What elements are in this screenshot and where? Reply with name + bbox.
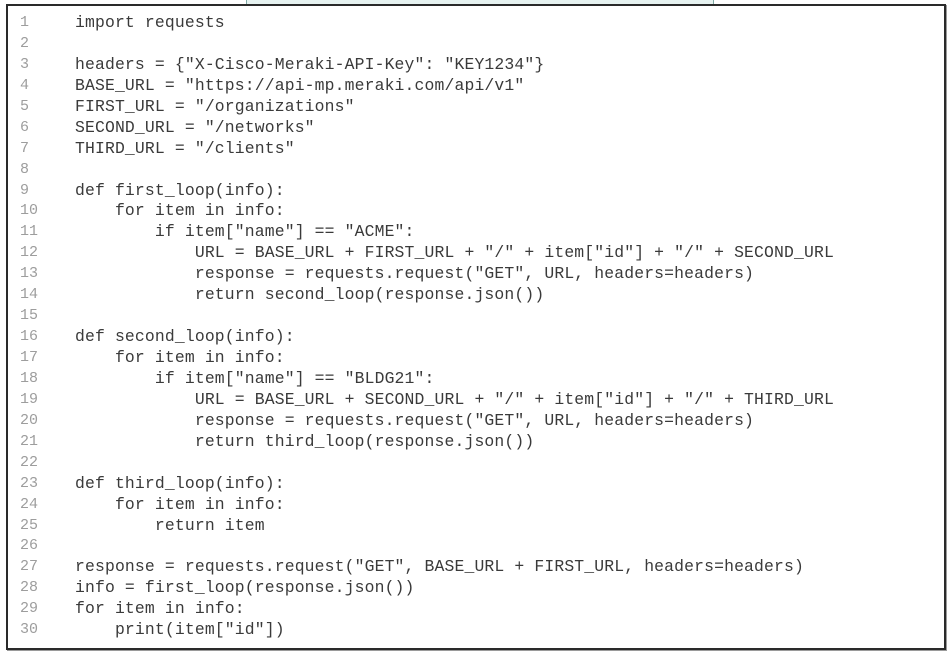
code-line: 20 response = requests.request("GET", UR… xyxy=(8,411,944,432)
line-code: info = first_loop(response.json()) xyxy=(75,578,415,598)
line-number: 15 xyxy=(20,307,39,325)
code-line: 26 xyxy=(8,536,944,557)
line-number: 10 xyxy=(20,202,39,220)
line-number: 24 xyxy=(20,495,39,513)
code-line: 30 print(item["id"]) xyxy=(8,620,944,641)
code-listing-frame: 1 import requests 2 3 headers = {"X-Cisco-… xyxy=(6,4,946,650)
code-line: 6 SECOND_URL = "/networks" xyxy=(8,118,944,139)
line-code: return second_loop(response.json()) xyxy=(75,285,545,305)
line-code: def second_loop(info): xyxy=(75,327,295,347)
line-number: 3 xyxy=(20,55,30,73)
line-code: headers = {"X-Cisco-Meraki-API-Key": "KE… xyxy=(75,54,545,74)
line-code: def first_loop(info): xyxy=(75,180,285,200)
line-number: 29 xyxy=(20,600,39,618)
code-line: 21 return third_loop(response.json()) xyxy=(8,432,944,453)
code-line: 2 xyxy=(8,34,944,55)
code-line: 28 info = first_loop(response.json()) xyxy=(8,578,944,599)
code-line: 7 THIRD_URL = "/clients" xyxy=(8,139,944,160)
line-number: 23 xyxy=(20,474,39,492)
line-number: 30 xyxy=(20,621,39,639)
line-code: return item xyxy=(75,515,265,535)
code-line: 12 URL = BASE_URL + FIRST_URL + "/" + it… xyxy=(8,243,944,264)
line-code: BASE_URL = "https://api-mp.meraki.com/ap… xyxy=(75,75,525,95)
code-line: 17 for item in info: xyxy=(8,348,944,369)
code-line: 11 if item["name"] == "ACME": xyxy=(8,222,944,243)
code-line: 29 for item in info: xyxy=(8,599,944,620)
line-code: if item["name"] == "ACME": xyxy=(75,222,415,242)
code-line: 24 for item in info: xyxy=(8,495,944,516)
line-number: 1 xyxy=(20,14,30,31)
code-line: 4 BASE_URL = "https://api-mp.meraki.com/a… xyxy=(8,76,944,97)
line-number: 5 xyxy=(20,97,30,115)
line-code: response = requests.request("GET", BASE_… xyxy=(75,557,804,577)
code-line: 19 URL = BASE_URL + SECOND_URL + "/" + i… xyxy=(8,390,944,411)
code-line: 14 return second_loop(response.json()) xyxy=(8,285,944,306)
code-line: 15 xyxy=(8,306,944,327)
code-line: 13 response = requests.request("GET", UR… xyxy=(8,264,944,285)
code-line: 8 xyxy=(8,160,944,181)
line-number: 19 xyxy=(20,390,39,408)
line-code: import requests xyxy=(75,13,225,32)
code-line: 18 if item["name"] == "BLDG21": xyxy=(8,369,944,390)
code-listing: 1 import requests 2 3 headers = {"X-Cisco-… xyxy=(8,13,944,641)
code-line: 22 xyxy=(8,453,944,474)
line-code: FIRST_URL = "/organizations" xyxy=(75,96,355,116)
code-line: 9 def first_loop(info): xyxy=(8,181,944,202)
line-code: print(item["id"]) xyxy=(75,620,285,640)
line-number: 25 xyxy=(20,516,39,534)
line-number: 14 xyxy=(20,286,39,304)
line-number: 20 xyxy=(20,411,39,429)
line-code: response = requests.request("GET", URL, … xyxy=(75,264,755,284)
line-number: 27 xyxy=(20,558,39,576)
line-number: 6 xyxy=(20,118,30,136)
line-code: def third_loop(info): xyxy=(75,473,285,493)
line-code: for item in info: xyxy=(75,201,285,221)
line-number: 21 xyxy=(20,432,39,450)
line-code: URL = BASE_URL + SECOND_URL + "/" + item… xyxy=(75,389,834,409)
line-code: URL = BASE_URL + FIRST_URL + "/" + item[… xyxy=(75,243,834,263)
line-number: 12 xyxy=(20,244,39,262)
code-line: 27 response = requests.request("GET", BAS… xyxy=(8,557,944,578)
line-number: 8 xyxy=(20,160,30,178)
code-line: 3 headers = {"X-Cisco-Meraki-API-Key": "K… xyxy=(8,55,944,76)
line-code: for item in info: xyxy=(75,494,285,514)
line-number: 13 xyxy=(20,265,39,283)
line-code: if item["name"] == "BLDG21": xyxy=(75,368,435,388)
line-code: for item in info: xyxy=(75,599,245,619)
line-code: SECOND_URL = "/networks" xyxy=(75,117,315,137)
code-line: 5 FIRST_URL = "/organizations" xyxy=(8,97,944,118)
line-number: 4 xyxy=(20,76,30,94)
code-line: 10 for item in info: xyxy=(8,201,944,222)
code-line: 25 return item xyxy=(8,516,944,537)
line-number: 9 xyxy=(20,181,30,199)
code-line: 1 import requests xyxy=(8,13,944,34)
line-number: 2 xyxy=(20,34,30,52)
line-number: 26 xyxy=(20,537,39,555)
code-line: 23 def third_loop(info): xyxy=(8,474,944,495)
line-number: 17 xyxy=(20,349,39,366)
line-code: response = requests.request("GET", URL, … xyxy=(75,410,755,430)
line-code: for item in info: xyxy=(75,348,285,367)
line-number: 22 xyxy=(20,453,39,471)
line-code: return third_loop(response.json()) xyxy=(75,431,535,451)
line-number: 18 xyxy=(20,369,39,387)
line-number: 7 xyxy=(20,139,30,157)
line-number: 28 xyxy=(20,579,39,597)
line-code: THIRD_URL = "/clients" xyxy=(75,138,295,158)
line-number: 11 xyxy=(20,223,39,241)
line-number: 16 xyxy=(20,328,39,346)
code-line: 16 def second_loop(info): xyxy=(8,327,944,348)
